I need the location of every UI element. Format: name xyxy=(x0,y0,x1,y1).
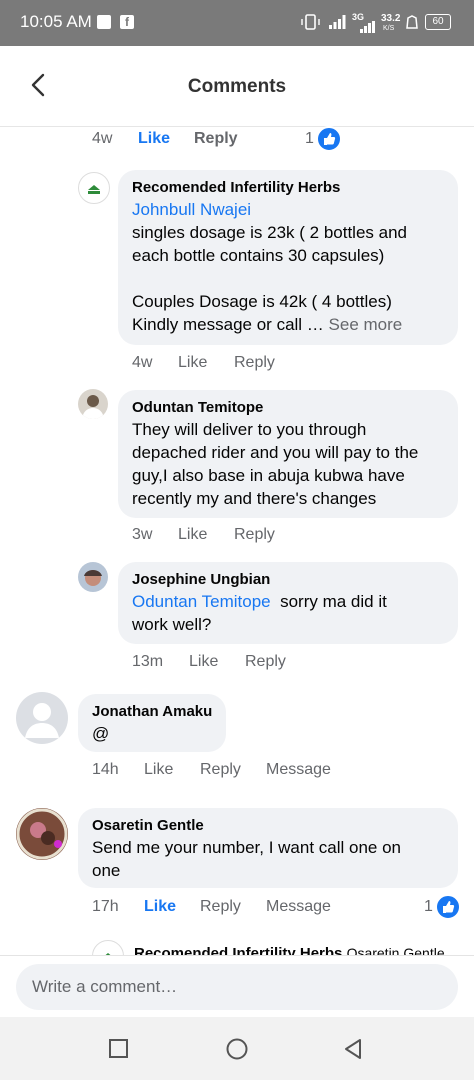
data-speed-value: 33.2 xyxy=(381,13,401,24)
notification-square-icon xyxy=(97,15,111,29)
comment-text-line: sorry ma did it xyxy=(280,592,387,611)
reply-button[interactable]: Reply xyxy=(200,761,241,779)
comment-text-line: @ xyxy=(92,724,110,743)
like-count: 1 xyxy=(305,130,314,147)
comment-input[interactable] xyxy=(16,964,458,1010)
avatar[interactable] xyxy=(78,562,108,592)
page-title: Comments xyxy=(187,76,287,97)
comment-bubble: Jonathan Amaku @ xyxy=(78,694,226,752)
like-button[interactable]: Like xyxy=(178,354,207,372)
comment-time: 4w xyxy=(92,130,113,147)
comment-author[interactable]: Josephine Ungbian xyxy=(132,570,446,590)
message-button[interactable]: Message xyxy=(266,761,331,779)
comment-author[interactable]: Jonathan Amaku xyxy=(92,702,214,722)
data-speed-unit: K/S xyxy=(383,25,395,32)
like-button[interactable]: Like xyxy=(189,653,218,671)
status-time: 10:05 AM xyxy=(20,12,92,31)
reply-button[interactable]: Reply xyxy=(245,653,286,671)
comment-time: 13m xyxy=(132,653,164,670)
comment-text-line: one xyxy=(92,861,121,880)
comment-text-line: singles dosage is 23k ( 2 bottles and xyxy=(132,223,408,242)
mention-link[interactable]: Johnbull Nwajei xyxy=(132,198,446,221)
comment-time: 17h xyxy=(92,898,119,915)
comment-text-line: guy,I also base in abuja kubwa have xyxy=(132,466,405,485)
like-button[interactable]: Like xyxy=(178,526,207,544)
comment-bubble: Recomended Infertility Herbs Johnbull Nw… xyxy=(118,170,458,345)
comment-bubble: Oduntan Temitope They will deliver to yo… xyxy=(118,390,458,518)
mention-link[interactable]: Oduntan Temitope xyxy=(132,592,271,611)
back-triangle-icon[interactable] xyxy=(342,1037,364,1061)
like-button[interactable]: Like xyxy=(144,761,173,779)
comment-text-line: depached rider and you will pay to the xyxy=(132,443,419,462)
like-reaction-icon[interactable] xyxy=(316,126,342,152)
signal-3g-icon xyxy=(360,21,375,33)
comment-bubble: Osaretin Gentle Send me your number, I w… xyxy=(78,808,458,888)
comment-actions: 17h Like Reply Message xyxy=(92,898,432,920)
status-bar: 10:05 AM f 3G 33.2 K/S 60 xyxy=(0,0,474,46)
message-button[interactable]: Message xyxy=(266,898,331,916)
home-icon[interactable] xyxy=(225,1037,249,1061)
comment-author[interactable]: Recomended Infertility Herbs xyxy=(132,178,446,198)
like-reaction-icon[interactable] xyxy=(435,894,461,920)
comment-text-line: Kindly message or call … xyxy=(132,315,324,334)
reply-button[interactable]: Reply xyxy=(234,526,275,544)
like-count: 1 xyxy=(424,898,433,915)
vibrate-icon xyxy=(301,14,320,30)
comment-text-line: work well? xyxy=(132,615,212,634)
header: Comments xyxy=(0,46,474,127)
comment-author[interactable]: Osaretin Gentle xyxy=(92,816,446,836)
comment-text-line: Send me your number, I want call one on xyxy=(92,838,402,857)
comment-actions: 4w Like Reply xyxy=(132,354,432,376)
reply-button[interactable]: Reply xyxy=(200,898,241,916)
comment-composer xyxy=(0,955,474,1018)
facebook-icon: f xyxy=(120,15,134,29)
comment-time: 14h xyxy=(92,761,119,778)
comment-time: 4w xyxy=(132,354,153,371)
see-more-link[interactable]: See more xyxy=(329,315,403,334)
comment-actions: 4w Like Reply xyxy=(92,130,452,152)
comment-bubble: Josephine Ungbian Oduntan Temitope sorry… xyxy=(118,562,458,644)
alarm-icon xyxy=(406,15,418,29)
avatar[interactable] xyxy=(78,389,108,419)
avatar[interactable] xyxy=(78,172,110,204)
comment-time: 3w xyxy=(132,526,153,543)
comment-actions: 3w Like Reply xyxy=(132,526,432,548)
avatar[interactable] xyxy=(16,692,68,744)
user-photo-icon xyxy=(84,570,102,586)
reply-button[interactable]: Reply xyxy=(194,130,238,148)
comment-author[interactable]: Oduntan Temitope xyxy=(132,398,446,418)
android-nav-bar xyxy=(0,1017,474,1080)
comment-text-line xyxy=(132,267,446,290)
reply-button[interactable]: Reply xyxy=(234,354,275,372)
comment-text-line: Couples Dosage is 42k ( 4 bottles) xyxy=(132,292,392,311)
comment-text-line: each bottle contains 30 capsules) xyxy=(132,246,385,265)
like-button[interactable]: Like xyxy=(144,898,176,916)
comment-text-line: They will deliver to you through xyxy=(132,420,367,439)
comment-actions: 13m Like Reply xyxy=(132,653,432,675)
default-user-icon xyxy=(25,703,59,738)
avatar[interactable] xyxy=(16,808,68,860)
comment-actions: 14h Like Reply Message xyxy=(92,761,432,783)
user-photo-icon xyxy=(16,808,68,860)
comment-text-line: recently my and there's changes xyxy=(132,489,377,508)
signal-icon xyxy=(329,15,346,29)
like-button[interactable]: Like xyxy=(138,130,170,148)
user-photo-icon xyxy=(82,395,104,419)
recent-apps-icon[interactable] xyxy=(108,1038,130,1060)
battery-icon: 60 xyxy=(425,14,451,30)
herbs-logo-icon xyxy=(88,185,100,194)
